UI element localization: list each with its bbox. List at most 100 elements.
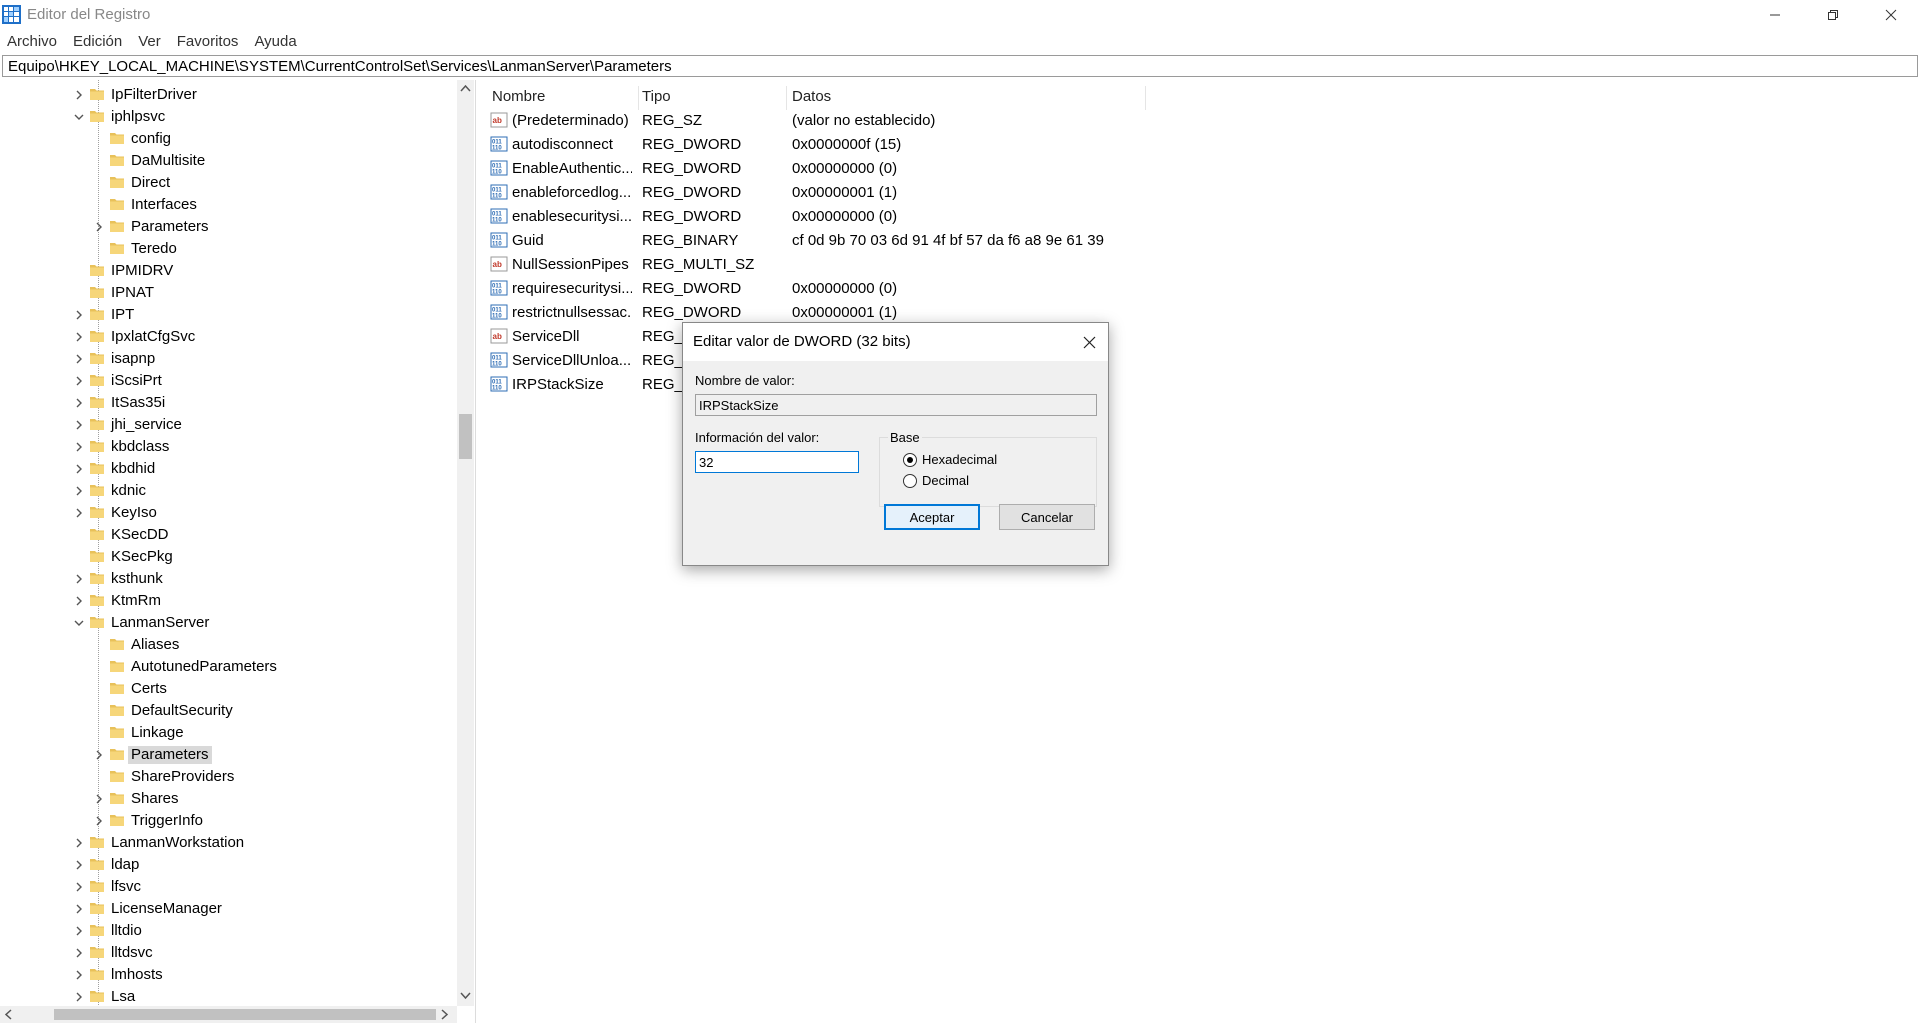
tree-item[interactable]: kdnic bbox=[0, 480, 470, 502]
column-header-data[interactable]: Datos bbox=[792, 88, 831, 110]
chevron-right-icon[interactable] bbox=[73, 991, 85, 1003]
chevron-right-icon[interactable] bbox=[93, 793, 105, 805]
address-bar[interactable]: Equipo\HKEY_LOCAL_MACHINE\SYSTEM\Current… bbox=[2, 55, 1918, 77]
value-row[interactable]: 011 110 Guid REG_BINARY cf 0d 9b 70 03 6d 91… bbox=[484, 228, 1184, 252]
chevron-right-icon[interactable] bbox=[73, 463, 85, 475]
tree-item-label[interactable]: IPT bbox=[108, 306, 137, 324]
tree-item[interactable]: kbdhid bbox=[0, 458, 470, 480]
tree-item[interactable]: Shares bbox=[0, 788, 470, 810]
tree-item[interactable]: LicenseManager bbox=[0, 898, 470, 920]
chevron-right-icon[interactable] bbox=[93, 815, 105, 827]
tree-item-label[interactable]: iScsiPrt bbox=[108, 372, 165, 390]
tree-item[interactable]: AutotunedParameters bbox=[0, 656, 470, 678]
menu-archivo[interactable]: Archivo bbox=[0, 30, 65, 54]
tree-vertical-scroll-thumb[interactable] bbox=[459, 414, 472, 459]
chevron-right-icon[interactable] bbox=[73, 419, 85, 431]
tree-item-label[interactable]: ldap bbox=[108, 856, 142, 874]
chevron-right-icon[interactable] bbox=[73, 507, 85, 519]
chevron-right-icon[interactable] bbox=[73, 309, 85, 321]
tree-item-label[interactable]: Teredo bbox=[128, 240, 180, 258]
key-tree[interactable]: IpFilterDriver iphlpsvc config DaMultisite D… bbox=[0, 80, 475, 1023]
tree-item[interactable]: lltdio bbox=[0, 920, 470, 942]
tree-item-label[interactable]: IPNAT bbox=[108, 284, 157, 302]
tree-item[interactable]: jhi_service bbox=[0, 414, 470, 436]
ok-button[interactable]: Aceptar bbox=[884, 504, 980, 530]
scroll-left-arrow-icon[interactable] bbox=[4, 1009, 12, 1020]
tree-item-label[interactable]: Direct bbox=[128, 174, 173, 192]
tree-item-label[interactable]: Linkage bbox=[128, 724, 187, 742]
tree-item[interactable]: KSecPkg bbox=[0, 546, 470, 568]
tree-item[interactable]: lltdsvc bbox=[0, 942, 470, 964]
pane-splitter[interactable] bbox=[475, 80, 484, 1023]
column-header-name[interactable]: Nombre bbox=[492, 88, 545, 110]
tree-item[interactable]: Parameters bbox=[0, 216, 470, 238]
tree-item-label[interactable]: Parameters bbox=[128, 218, 212, 236]
tree-item-label[interactable]: Shares bbox=[128, 790, 182, 808]
value-row[interactable]: 011 110 restrictnullsessac... REG_DWORD 0x00… bbox=[484, 300, 1184, 324]
tree-item-label[interactable]: kbdhid bbox=[108, 460, 158, 478]
value-row[interactable]: ab NullSessionPipes REG_MULTI_SZ bbox=[484, 252, 1184, 276]
chevron-right-icon[interactable] bbox=[73, 485, 85, 497]
tree-item[interactable]: Certs bbox=[0, 678, 470, 700]
chevron-right-icon[interactable] bbox=[73, 837, 85, 849]
tree-item-label[interactable]: Certs bbox=[128, 680, 170, 698]
chevron-right-icon[interactable] bbox=[73, 595, 85, 607]
decimal-label[interactable]: Decimal bbox=[922, 473, 969, 488]
value-row[interactable]: ab (Predeterminado) REG_SZ (valor no establ… bbox=[484, 108, 1184, 132]
tree-item-label[interactable]: DefaultSecurity bbox=[128, 702, 236, 720]
tree-vertical-scrollbar[interactable] bbox=[457, 80, 474, 1006]
tree-item[interactable]: IPMIDRV bbox=[0, 260, 470, 282]
chevron-down-icon[interactable] bbox=[73, 111, 85, 123]
tree-item-label[interactable]: LanmanWorkstation bbox=[108, 834, 247, 852]
menu-ayuda[interactable]: Ayuda bbox=[246, 30, 304, 54]
tree-item[interactable]: Aliases bbox=[0, 634, 470, 656]
chevron-right-icon[interactable] bbox=[73, 947, 85, 959]
chevron-right-icon[interactable] bbox=[73, 969, 85, 981]
column-header-type[interactable]: Tipo bbox=[642, 88, 671, 110]
tree-item-label[interactable]: IpxlatCfgSvc bbox=[108, 328, 198, 346]
tree-item-label[interactable]: iphlpsvc bbox=[108, 108, 168, 126]
tree-item-label[interactable]: jhi_service bbox=[108, 416, 185, 434]
hexadecimal-radio[interactable] bbox=[903, 453, 917, 467]
tree-item[interactable]: KtmRm bbox=[0, 590, 470, 612]
tree-item-label[interactable]: kbdclass bbox=[108, 438, 172, 456]
tree-item[interactable]: Teredo bbox=[0, 238, 470, 260]
close-window-button[interactable] bbox=[1862, 0, 1920, 30]
chevron-right-icon[interactable] bbox=[73, 353, 85, 365]
tree-item-label[interactable]: lltdio bbox=[108, 922, 145, 940]
minimize-button[interactable] bbox=[1746, 0, 1804, 30]
tree-item-label[interactable]: LicenseManager bbox=[108, 900, 225, 918]
tree-item[interactable]: IpxlatCfgSvc bbox=[0, 326, 470, 348]
scroll-up-arrow-icon[interactable] bbox=[460, 84, 471, 92]
tree-item[interactable]: ShareProviders bbox=[0, 766, 470, 788]
tree-item[interactable]: Lsa bbox=[0, 986, 470, 1008]
menu-ver[interactable]: Ver bbox=[130, 30, 169, 54]
tree-item[interactable]: IPT bbox=[0, 304, 470, 326]
tree-item-label[interactable]: config bbox=[128, 130, 174, 148]
scroll-right-arrow-icon[interactable] bbox=[441, 1009, 449, 1020]
chevron-right-icon[interactable] bbox=[73, 397, 85, 409]
tree-item[interactable]: Linkage bbox=[0, 722, 470, 744]
tree-item[interactable]: lfsvc bbox=[0, 876, 470, 898]
decimal-radio[interactable] bbox=[903, 474, 917, 488]
value-row[interactable]: 011 110 EnableAuthentic... REG_DWORD 0x00000… bbox=[484, 156, 1184, 180]
chevron-right-icon[interactable] bbox=[73, 331, 85, 343]
tree-item-label[interactable]: lmhosts bbox=[108, 966, 166, 984]
tree-item-label[interactable]: Interfaces bbox=[128, 196, 200, 214]
tree-item[interactable]: LanmanWorkstation bbox=[0, 832, 470, 854]
chevron-right-icon[interactable] bbox=[73, 89, 85, 101]
tree-item[interactable]: TriggerInfo bbox=[0, 810, 470, 832]
tree-item[interactable]: KSecDD bbox=[0, 524, 470, 546]
tree-item-label[interactable]: KSecPkg bbox=[108, 548, 176, 566]
tree-item-label[interactable]: ShareProviders bbox=[128, 768, 237, 786]
tree-item[interactable]: Direct bbox=[0, 172, 470, 194]
chevron-right-icon[interactable] bbox=[73, 375, 85, 387]
menu-edicion[interactable]: Edición bbox=[65, 30, 130, 54]
tree-item-label[interactable]: isapnp bbox=[108, 350, 158, 368]
chevron-right-icon[interactable] bbox=[93, 221, 105, 233]
column-separator[interactable] bbox=[1145, 86, 1146, 110]
tree-item[interactable]: iphlpsvc bbox=[0, 106, 470, 128]
tree-item[interactable]: IpFilterDriver bbox=[0, 84, 470, 106]
tree-item-label[interactable]: KtmRm bbox=[108, 592, 164, 610]
tree-item[interactable]: ldap bbox=[0, 854, 470, 876]
